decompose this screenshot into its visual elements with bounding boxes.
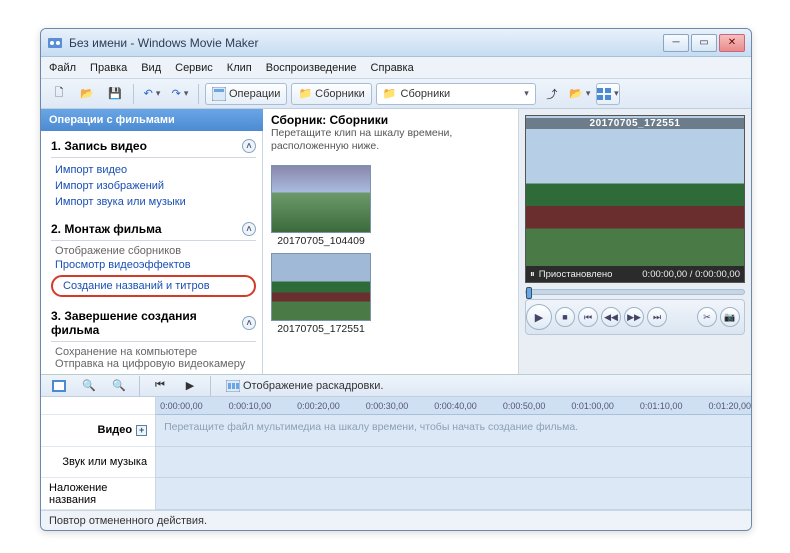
task-import-images[interactable]: Импорт изображений	[45, 178, 262, 194]
timeline-pane: 🔍 🔍 ⏮ ▶ Отображение раскадровки. Видео +	[41, 375, 751, 510]
task-view-effects[interactable]: Просмотр видеоэффектов	[45, 257, 262, 273]
timeline-mode-button[interactable]: Отображение раскадровки.	[219, 375, 390, 397]
expand-video-track-button[interactable]: +	[136, 425, 147, 436]
collection-pane: Сборник: Сборники Перетащите клип на шка…	[263, 109, 519, 374]
forward-button[interactable]: ▶▶	[624, 307, 644, 327]
toolbar-separator	[198, 84, 199, 104]
pause-icon: ⏸	[530, 269, 535, 280]
collections-pane-button[interactable]: 📁 Сборники	[291, 83, 371, 105]
tasks-pane-button[interactable]: Операции	[205, 83, 287, 105]
clip-thumbnail-image	[271, 165, 371, 233]
clip-thumbnail-caption: 20170705_104409	[277, 235, 365, 247]
playback-controls: ▶ ■ ⏮ ◀◀ ▶▶ ⏭ ✂ 📷	[525, 299, 745, 335]
maximize-button[interactable]: ▭	[691, 34, 717, 52]
redo-button[interactable]: ↷▾	[168, 83, 192, 105]
task-show-collections[interactable]: Отображение сборников	[45, 243, 191, 259]
chevron-up-icon[interactable]: ˄	[242, 316, 256, 330]
task-import-video[interactable]: Импорт видео	[45, 162, 262, 178]
zoom-out-button[interactable]: 🔍	[107, 375, 131, 397]
up-level-button[interactable]: ⤴	[540, 83, 564, 105]
menu-service[interactable]: Сервис	[175, 62, 213, 74]
collection-selector-value: Сборники	[401, 88, 451, 100]
video-track[interactable]: Перетащите файл мультимедиа на шкалу вре…	[156, 415, 751, 447]
titlebar: Без имени - Windows Movie Maker ─ ▭ ✕	[41, 29, 751, 57]
clip-thumbnail[interactable]: 20170705_172551	[271, 253, 371, 335]
zoom-in-button[interactable]: 🔍	[77, 375, 101, 397]
next-frame-button[interactable]: ⏭	[647, 307, 667, 327]
audio-track[interactable]	[156, 447, 751, 479]
collection-subtitle: Перетащите клип на шкалу времени, распол…	[271, 127, 510, 153]
minimize-button[interactable]: ─	[663, 34, 689, 52]
clip-thumbnail[interactable]: 20170705_104409	[271, 165, 371, 247]
stop-button[interactable]: ■	[555, 307, 575, 327]
close-button[interactable]: ✕	[719, 34, 745, 52]
preview-pane: 20170705_172551 ⏸ Приостановлено 0:00:00,…	[519, 109, 751, 374]
new-project-button[interactable]: 🗋	[47, 83, 71, 105]
save-button[interactable]: 💾	[103, 83, 127, 105]
track-label-title: Наложение названия	[41, 478, 155, 510]
preview-monitor[interactable]: 20170705_172551 ⏸ Приостановлено 0:00:00,…	[525, 115, 745, 283]
clip-thumbnail-image	[271, 253, 371, 321]
app-icon	[47, 35, 63, 51]
timeline-view-toggle[interactable]	[47, 375, 71, 397]
tasks-pane-label: Операции	[229, 88, 280, 100]
prev-frame-button[interactable]: ⏮	[578, 307, 598, 327]
toolbar: 🗋 📂 💾 ↶▾ ↷▾ Операции 📁 Сборники 📁Сборник…	[41, 79, 751, 109]
collection-selector[interactable]: 📁Сборники ▾	[376, 83, 536, 105]
undo-button[interactable]: ↶▾	[140, 83, 164, 105]
open-button[interactable]: 📂	[75, 83, 99, 105]
menu-file[interactable]: Файл	[49, 62, 76, 74]
title-overlay-track[interactable]	[156, 478, 751, 510]
task-make-titles[interactable]: Создание названий и титров	[51, 275, 256, 297]
track-label-video: Видео +	[41, 415, 155, 447]
menu-view[interactable]: Вид	[141, 62, 161, 74]
seek-thumb[interactable]	[526, 287, 532, 299]
split-clip-button[interactable]: ✂	[697, 307, 717, 327]
collection-title: Сборник: Сборники	[271, 113, 510, 127]
tasks-pane: Операции с фильмами 1. Запись видео ˄ Им…	[41, 109, 263, 374]
timeline-play-button[interactable]: ▶	[178, 375, 202, 397]
seek-bar[interactable]	[525, 289, 745, 295]
preview-clip-title: 20170705_172551	[526, 118, 744, 129]
task-import-audio[interactable]: Импорт звука или музыки	[45, 194, 262, 210]
preview-frame	[526, 116, 744, 266]
timeline-ruler[interactable]: 0:00:00,00 0:00:10,00 0:00:20,00 0:00:30…	[156, 397, 751, 415]
collections-pane-label: Сборники	[315, 88, 365, 100]
timeline-mode-label: Отображение раскадровки.	[243, 380, 383, 392]
play-button[interactable]: ▶	[526, 304, 552, 330]
new-folder-button[interactable]: 📂▾	[568, 83, 592, 105]
timeline-drop-hint: Перетащите файл мультимедиа на шкалу вре…	[164, 421, 578, 433]
chevron-up-icon[interactable]: ˄	[242, 139, 256, 153]
menu-playback[interactable]: Воспроизведение	[266, 62, 357, 74]
window-title: Без имени - Windows Movie Maker	[69, 36, 663, 50]
app-window: Без имени - Windows Movie Maker ─ ▭ ✕ Фа…	[40, 28, 752, 531]
preview-status-label: Приостановлено	[539, 269, 613, 280]
tasks-pane-header: Операции с фильмами	[41, 109, 263, 131]
section-capture-title[interactable]: 1. Запись видео ˄	[45, 135, 262, 155]
preview-time: 0:00:00,00 / 0:00:00,00	[642, 269, 740, 280]
status-text: Повтор отмененного действия.	[49, 515, 207, 527]
track-label-audio: Звук или музыка	[41, 447, 155, 479]
menu-clip[interactable]: Клип	[227, 62, 252, 74]
timeline-rewind-button[interactable]: ⏮	[148, 375, 172, 397]
timeline-toolbar: 🔍 🔍 ⏮ ▶ Отображение раскадровки.	[41, 375, 751, 397]
menu-help[interactable]: Справка	[371, 62, 414, 74]
menubar: Файл Правка Вид Сервис Клип Воспроизведе…	[41, 57, 751, 79]
section-finish-title[interactable]: 3. Завершение создания фильма ˄	[45, 305, 262, 339]
rewind-button[interactable]: ◀◀	[601, 307, 621, 327]
toolbar-separator	[133, 84, 134, 104]
task-send-dv[interactable]: Отправка на цифровую видеокамеру	[45, 356, 255, 372]
menu-edit[interactable]: Правка	[90, 62, 127, 74]
view-mode-button[interactable]: ▾	[596, 83, 620, 105]
section-edit-title[interactable]: 2. Монтаж фильма ˄	[45, 218, 262, 238]
take-picture-button[interactable]: 📷	[720, 307, 740, 327]
chevron-up-icon[interactable]: ˄	[242, 222, 256, 236]
clip-thumbnail-caption: 20170705_172551	[277, 323, 365, 335]
status-bar: Повтор отмененного действия.	[41, 510, 751, 530]
